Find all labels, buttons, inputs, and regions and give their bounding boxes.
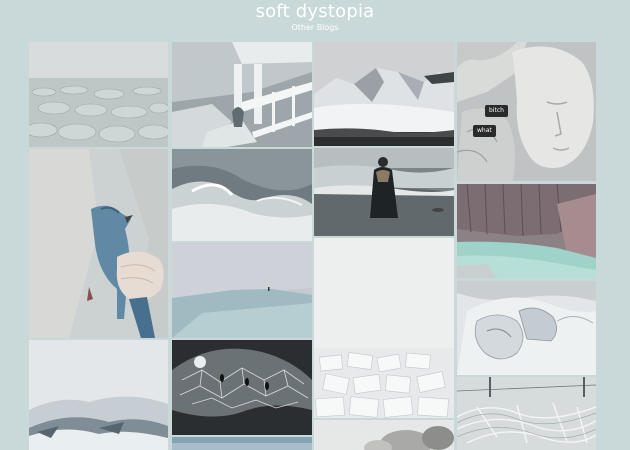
site-title[interactable]: soft dystopia — [0, 1, 630, 22]
post-frozen-sea[interactable] — [29, 42, 168, 147]
post-tag[interactable]: what — [473, 125, 496, 137]
post-ice-sculpture[interactable] — [457, 281, 596, 375]
post-partial-col2[interactable] — [172, 437, 312, 450]
post-woman-on-beach[interactable] — [314, 148, 454, 236]
post-rocks-partial[interactable] — [314, 420, 454, 450]
post-ice-cave-lights[interactable] — [172, 340, 312, 435]
post-frosted-branches[interactable] — [457, 377, 596, 450]
other-blogs-link[interactable]: Other Blogs — [0, 23, 630, 32]
blog-header: soft dystopia Other Blogs — [0, 0, 630, 42]
post-bird-in-hands[interactable] — [29, 149, 168, 338]
post-paper-tiles[interactable] — [314, 348, 454, 418]
post-snow-slope[interactable] — [172, 243, 312, 338]
post-white-blank[interactable] — [314, 238, 454, 348]
post-tag[interactable]: bitch — [485, 105, 508, 117]
post-snowy-hills[interactable] — [29, 340, 168, 450]
post-snowy-mountain[interactable] — [314, 42, 454, 146]
post-ocean-wave[interactable] — [172, 149, 312, 241]
post-icy-pier[interactable] — [172, 42, 312, 147]
post-statue-head[interactable]: bitch what — [457, 42, 596, 181]
post-glacier-lake[interactable] — [457, 184, 596, 278]
